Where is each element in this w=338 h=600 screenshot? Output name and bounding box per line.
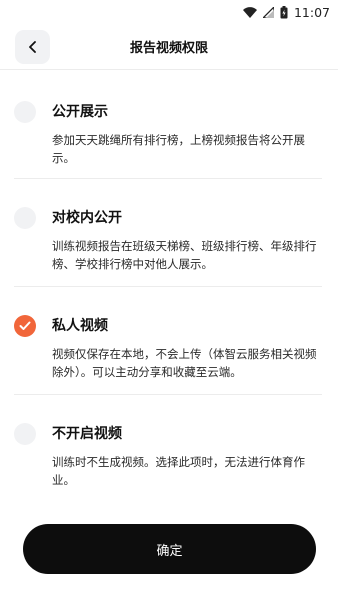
option-title: 不开启视频 — [52, 426, 122, 442]
page-title: 报告视频权限 — [129, 41, 208, 56]
bottom-fade — [0, 492, 338, 524]
option-title: 对校内公开 — [52, 210, 122, 226]
header: 报告视频权限 — [0, 24, 338, 70]
status-bar: 11:07 — [0, 0, 338, 24]
confirm-button[interactable]: 确定 — [23, 524, 316, 574]
option-no-video[interactable]: 不开启视频 训练时不生成视频。选择此项时，无法进行体育作业。 — [14, 423, 322, 503]
option-list: 公开展示 参加天天跳绳所有排行榜，上榜视频报告将公开展示。 对校内公开 训练视频… — [0, 71, 338, 503]
radio-unchecked-icon[interactable] — [14, 423, 36, 445]
option-description: 参加天天跳绳所有排行榜，上榜视频报告将公开展示。 — [52, 133, 305, 165]
back-button[interactable] — [15, 30, 50, 64]
option-description: 训练时不生成视频。选择此项时，无法进行体育作业。 — [52, 455, 305, 487]
option-public[interactable]: 公开展示 参加天天跳绳所有排行榜，上榜视频报告将公开展示。 — [14, 101, 322, 179]
option-description: 训练视频报告在班级天梯榜、班级排行榜、年级排行榜、学校排行榜中对他人展示。 — [52, 239, 317, 271]
chevron-left-icon — [28, 38, 38, 57]
radio-unchecked-icon[interactable] — [14, 207, 36, 229]
wifi-icon — [242, 6, 257, 18]
battery-icon — [280, 5, 288, 19]
status-time: 11:07 — [293, 4, 330, 20]
radio-unchecked-icon[interactable] — [14, 101, 36, 123]
option-title: 公开展示 — [52, 104, 108, 120]
option-school[interactable]: 对校内公开 训练视频报告在班级天梯榜、班级排行榜、年级排行榜、学校排行榜中对他人… — [14, 207, 322, 287]
radio-checked-icon[interactable] — [14, 315, 36, 337]
option-description: 视频仅保存在本地，不会上传（体智云服务相关视频除外）。可以主动分享和收藏至云端。 — [52, 347, 317, 379]
option-title: 私人视频 — [52, 318, 108, 334]
signal-icon — [262, 6, 274, 18]
option-private[interactable]: 私人视频 视频仅保存在本地，不会上传（体智云服务相关视频除外）。可以主动分享和收… — [14, 315, 322, 395]
